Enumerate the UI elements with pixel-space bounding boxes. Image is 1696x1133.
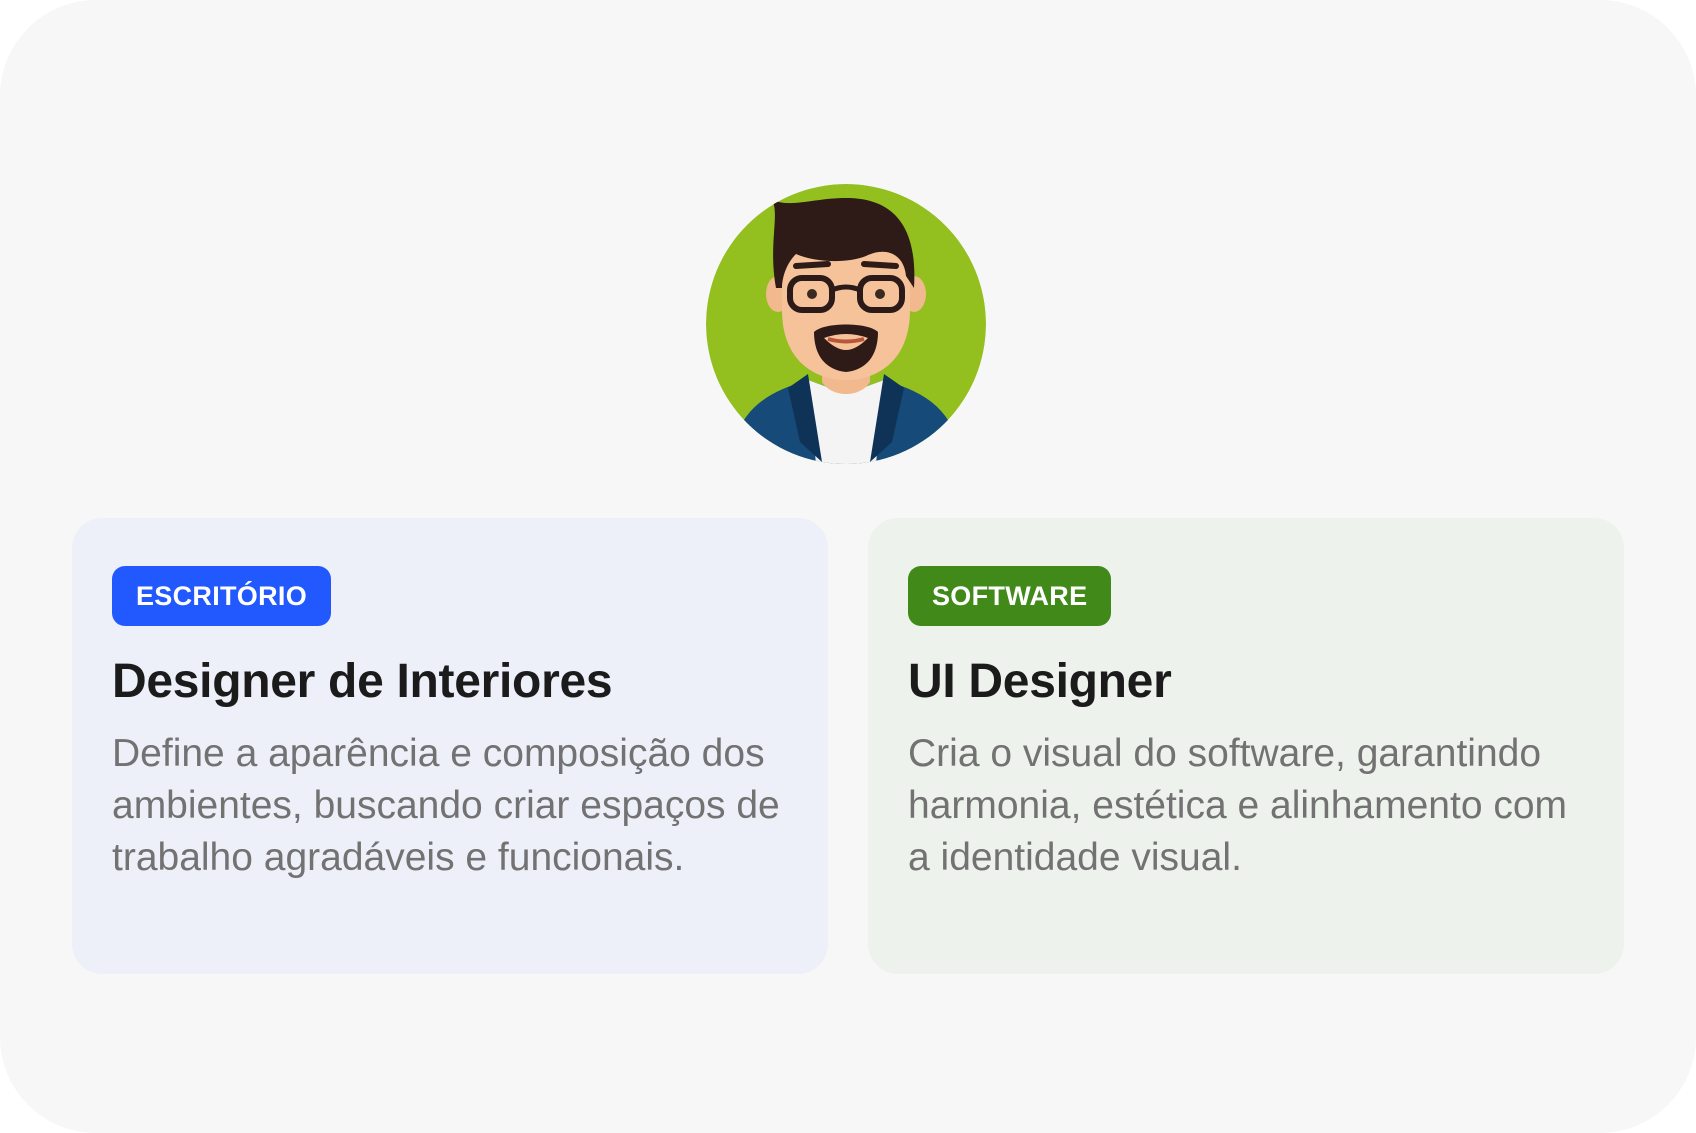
card-description: Cria o visual do software, garantindo ha… xyxy=(908,732,1568,879)
card-description: Define a aparência e composição dos ambi… xyxy=(112,732,780,879)
profile-frame: ESCRITÓRIO Designer de Interiores Define… xyxy=(0,0,1696,1133)
card-software[interactable]: SOFTWARE UI Designer Cria o visual do so… xyxy=(868,518,1624,974)
man-with-glasses-avatar-icon xyxy=(706,184,986,464)
category-badge: SOFTWARE xyxy=(908,566,1112,626)
card-escritorio[interactable]: ESCRITÓRIO Designer de Interiores Define… xyxy=(72,518,828,974)
card-title: Designer de Interiores xyxy=(112,655,613,708)
avatar xyxy=(706,184,986,464)
category-badge: ESCRITÓRIO xyxy=(112,566,332,626)
card-title: UI Designer xyxy=(908,655,1172,708)
